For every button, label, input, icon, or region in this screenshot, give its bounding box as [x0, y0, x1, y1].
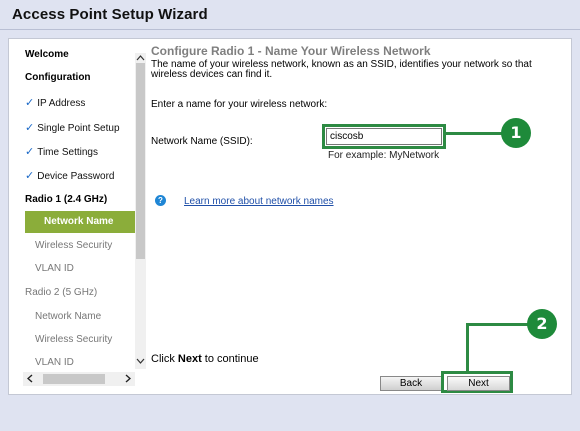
sidebar-item-label: Configuration [25, 72, 91, 83]
callout-1-line [446, 132, 502, 135]
sidebar-item-vlan-id-2[interactable]: VLAN ID [25, 352, 135, 374]
sidebar-item-wireless-security[interactable]: Wireless Security [25, 235, 135, 257]
scrollbar-thumb[interactable] [136, 63, 145, 259]
scroll-left-icon[interactable] [23, 372, 37, 386]
sidebar-item-device-password[interactable]: ✓ Device Password [25, 165, 135, 187]
sidebar-item-network-name-2[interactable]: Network Name [25, 306, 135, 328]
sidebar-item-radio-1[interactable]: Radio 1 (2.4 GHz) [25, 189, 135, 211]
continue-text-prefix: Click [151, 353, 178, 365]
sidebar-vertical-scrollbar[interactable] [135, 53, 146, 369]
sidebar-item-radio-2[interactable]: Radio 2 (5 GHz) [25, 282, 135, 304]
page-description: The name of your wireless network, known… [151, 59, 532, 80]
sidebar-item-label: VLAN ID [35, 263, 74, 274]
window-title: Access Point Setup Wizard [12, 6, 208, 23]
sidebar-item-label: Time Settings [37, 147, 98, 158]
checkmark-icon: ✓ [25, 97, 35, 109]
help-icon[interactable]: ? [155, 195, 166, 206]
sidebar-item-single-point-setup[interactable]: ✓ Single Point Setup [25, 117, 135, 139]
sidebar-item-wireless-security-2[interactable]: Wireless Security [25, 329, 135, 351]
ssid-prompt: Enter a name for your wireless network: [151, 99, 328, 110]
next-button[interactable]: Next [447, 376, 510, 391]
continue-text-next: Next [177, 353, 202, 365]
sidebar-item-label: Radio 1 (2.4 GHz) [25, 194, 108, 205]
sidebar-item-time-settings[interactable]: ✓ Time Settings [25, 141, 135, 163]
sidebar-horizontal-scrollbar[interactable] [23, 372, 135, 386]
scroll-right-icon[interactable] [121, 372, 135, 386]
checkmark-icon: ✓ [25, 170, 35, 182]
title-bar: Access Point Setup Wizard [0, 0, 580, 30]
main-panel: Configure Radio 1 - Name Your Wireless N… [151, 39, 571, 394]
scrollbar-thumb[interactable] [43, 374, 105, 384]
back-button[interactable]: Back [380, 376, 442, 391]
sidebar-nav: Welcome Configuration ✓ IP Address ✓ Singl… [9, 39, 135, 369]
learn-more-link[interactable]: Learn more about network names [184, 196, 334, 207]
sidebar-item-label: IP Address [37, 98, 86, 109]
continue-text-suffix: to continue [201, 353, 259, 365]
callout-1-badge: 1 [501, 118, 531, 148]
sidebar-item-welcome[interactable]: Welcome [25, 44, 135, 66]
sidebar-item-label: Wireless Security [35, 334, 113, 345]
scroll-down-icon[interactable] [135, 356, 146, 368]
sidebar: Welcome Configuration ✓ IP Address ✓ Singl… [9, 39, 146, 394]
sidebar-item-label: Wireless Security [35, 240, 113, 251]
sidebar-item-ip-address[interactable]: ✓ IP Address [25, 92, 135, 114]
callout-2-line-horizontal [466, 323, 528, 326]
ssid-label: Network Name (SSID): [151, 136, 253, 147]
sidebar-item-configuration[interactable]: Configuration [25, 67, 135, 89]
sidebar-item-label: Device Password [37, 171, 115, 182]
ssid-hint: For example: MyNetwork [328, 150, 440, 161]
wizard-frame: Welcome Configuration ✓ IP Address ✓ Singl… [8, 38, 572, 395]
callout-2-line-vertical [466, 323, 469, 371]
sidebar-item-label: Network Name [35, 311, 102, 322]
continue-instruction: Click Next to continue [151, 353, 259, 365]
checkmark-icon: ✓ [25, 122, 35, 134]
page-title: Configure Radio 1 - Name Your Wireless N… [151, 44, 431, 58]
sidebar-item-label: VLAN ID [35, 357, 74, 368]
ssid-input[interactable] [326, 128, 442, 145]
sidebar-item-label: Radio 2 (5 GHz) [25, 287, 98, 298]
sidebar-item-label: Network Name [44, 216, 114, 227]
checkmark-icon: ✓ [25, 146, 35, 158]
sidebar-item-label: Welcome [25, 49, 69, 60]
sidebar-item-label: Single Point Setup [37, 123, 120, 134]
sidebar-item-network-name-active[interactable]: Network Name [25, 211, 135, 233]
sidebar-item-vlan-id[interactable]: VLAN ID [25, 258, 135, 280]
callout-2-badge: 2 [527, 309, 557, 339]
